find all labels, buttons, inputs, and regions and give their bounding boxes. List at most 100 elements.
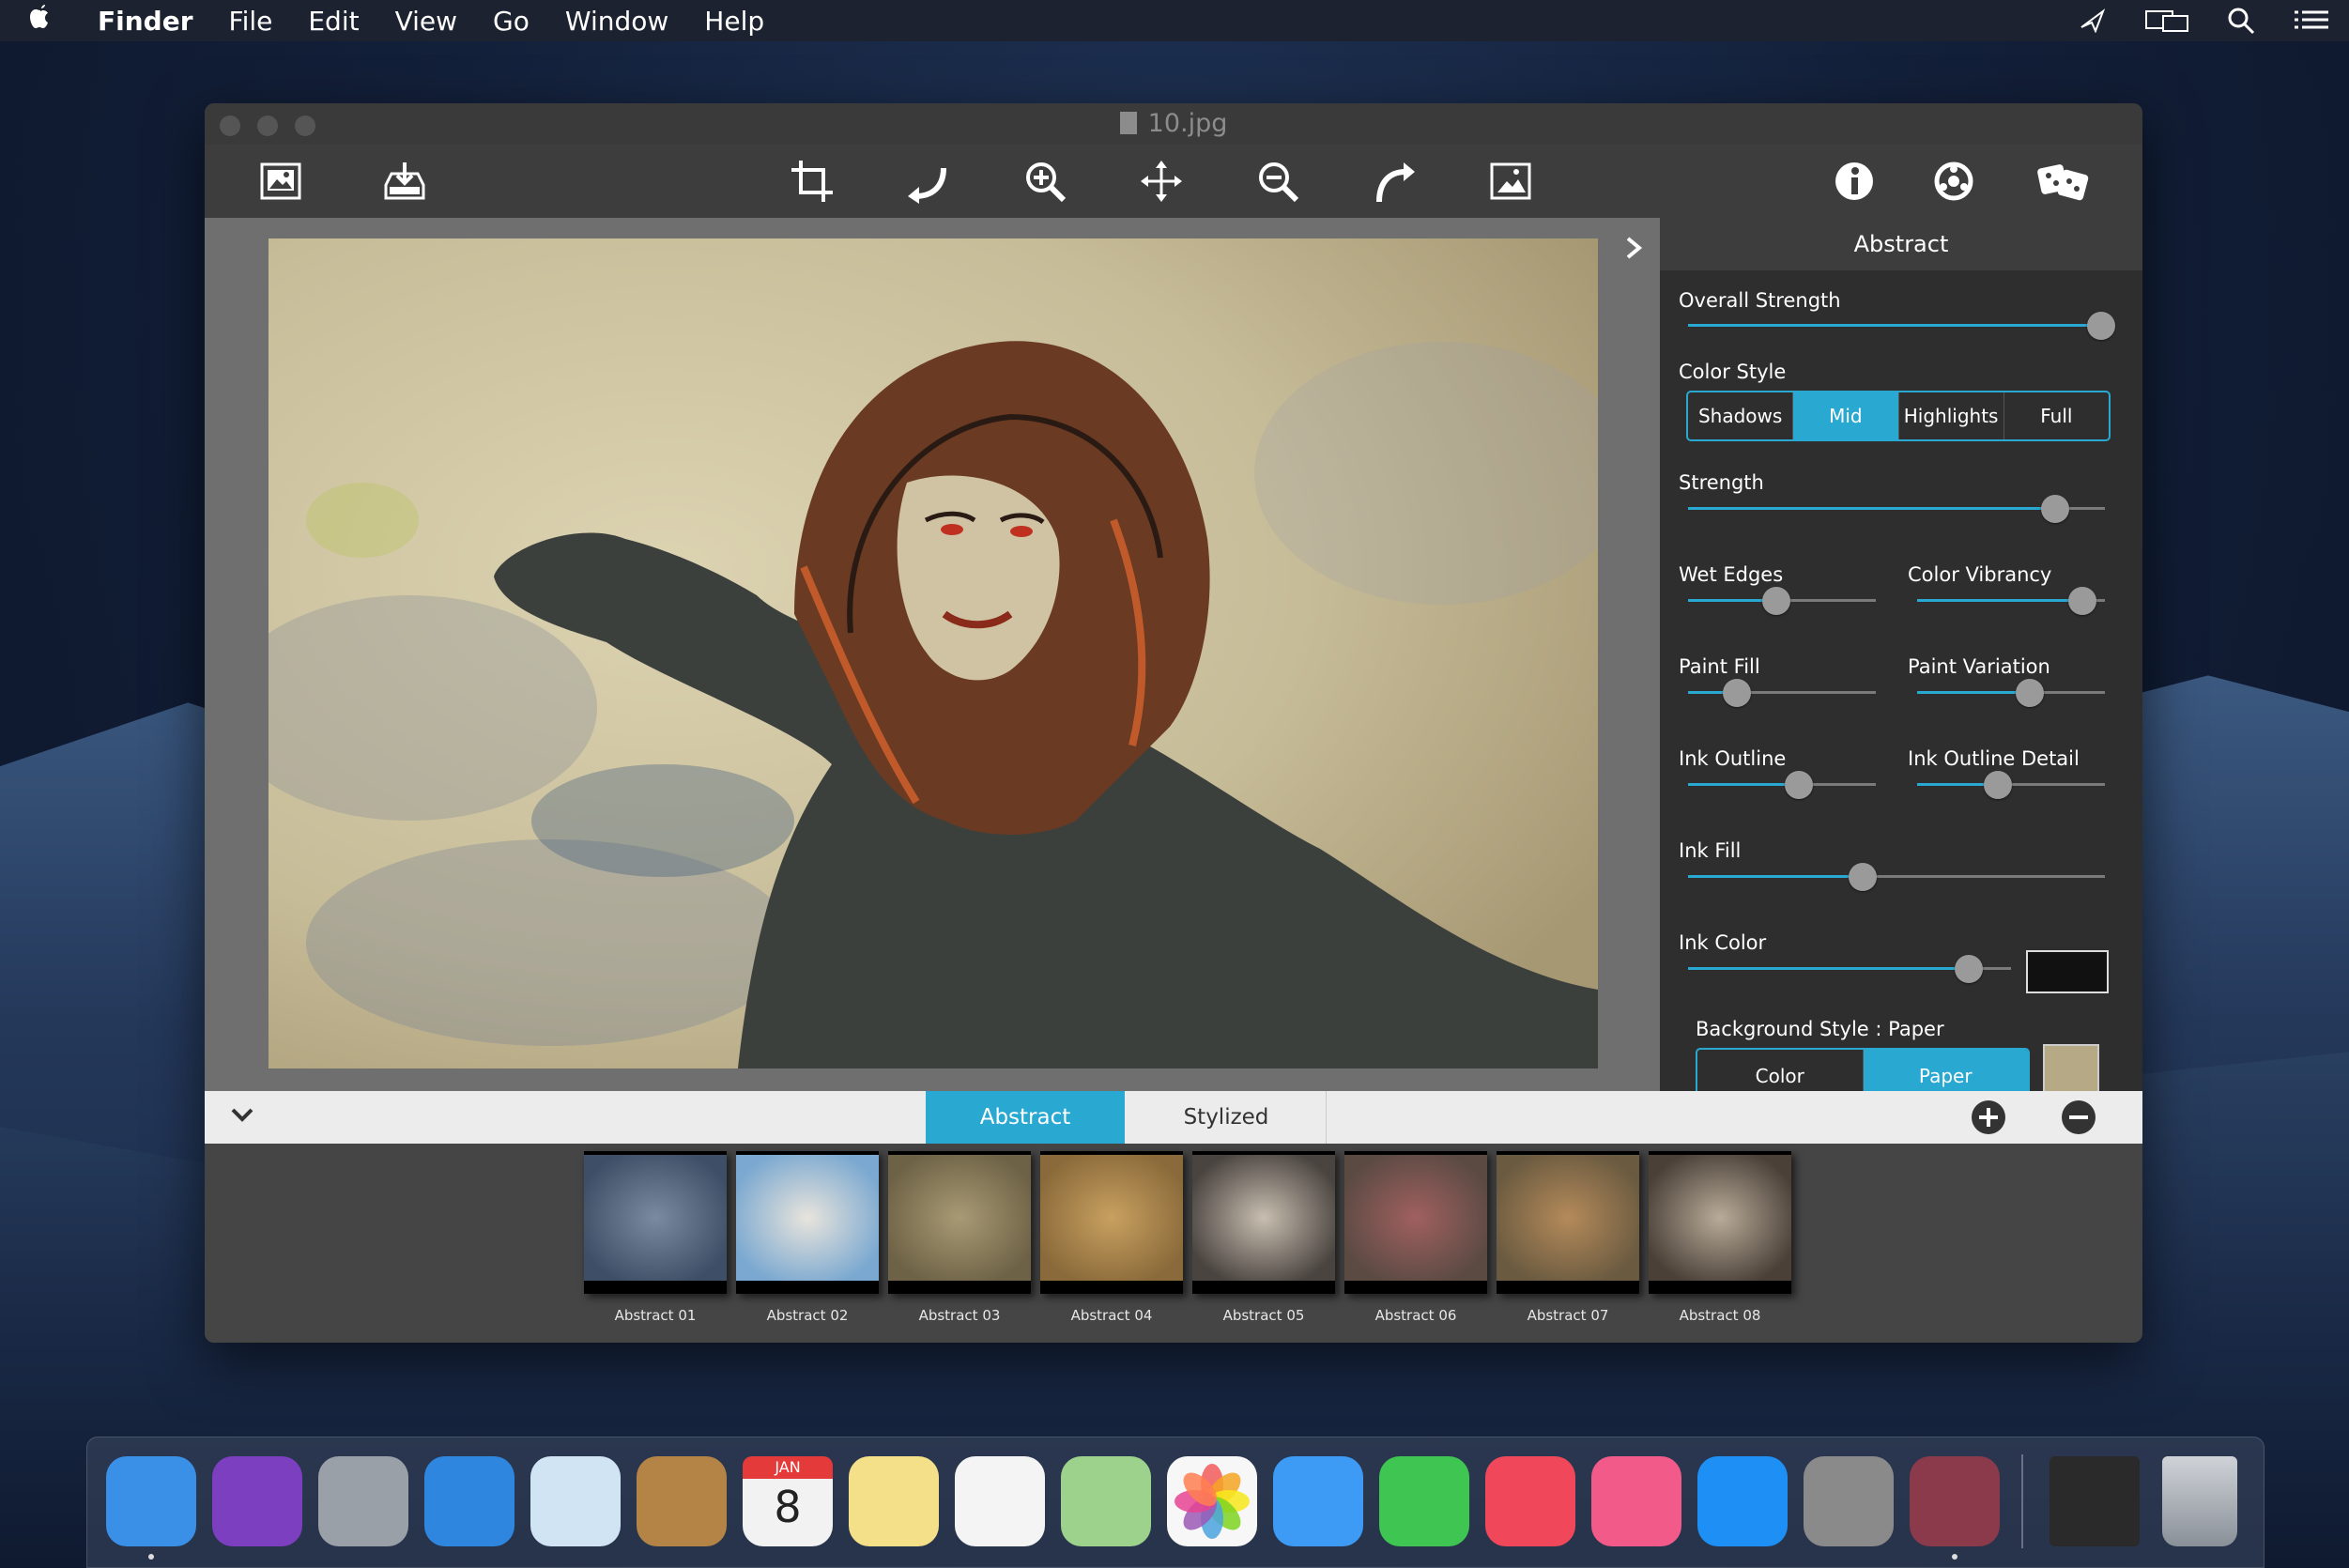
settings-button[interactable] bbox=[1928, 158, 1979, 205]
spotlight-search-icon[interactable] bbox=[2227, 8, 2255, 35]
news-dock-icon[interactable] bbox=[1485, 1456, 1575, 1546]
tab-abstract[interactable]: Abstract bbox=[926, 1091, 1125, 1144]
image-canvas[interactable] bbox=[205, 218, 1660, 1091]
messages-dock-icon[interactable] bbox=[1273, 1456, 1363, 1546]
info-button[interactable] bbox=[1829, 158, 1880, 205]
notification-center-icon[interactable] bbox=[2293, 8, 2330, 33]
launchpad-dock-icon[interactable] bbox=[318, 1456, 408, 1546]
menu-finder[interactable]: Finder bbox=[98, 6, 193, 37]
app-store-dock-icon[interactable] bbox=[1697, 1456, 1788, 1546]
overall-strength-slider[interactable] bbox=[1688, 312, 2115, 340]
music-dock-icon[interactable] bbox=[1591, 1456, 1681, 1546]
preset-thumbnail[interactable] bbox=[584, 1151, 727, 1294]
zoom-in-button[interactable] bbox=[1020, 158, 1070, 205]
apple-menu-icon[interactable] bbox=[28, 3, 79, 38]
open-image-button[interactable] bbox=[255, 158, 306, 205]
paint-fill-slider[interactable] bbox=[1688, 679, 1876, 707]
facetime-dock-icon[interactable] bbox=[1379, 1456, 1469, 1546]
slider-knob[interactable] bbox=[2040, 495, 2069, 523]
fit-image-button[interactable] bbox=[1485, 158, 1536, 205]
slider-knob[interactable] bbox=[1849, 863, 1878, 891]
paint-variation-slider[interactable] bbox=[1917, 679, 2105, 707]
siri-dock-icon[interactable] bbox=[212, 1456, 302, 1546]
preset-thumbnail[interactable] bbox=[1040, 1151, 1183, 1294]
preset-thumbnail[interactable] bbox=[1344, 1151, 1487, 1294]
rotate-right-button[interactable] bbox=[1369, 158, 1420, 205]
slider-knob[interactable] bbox=[1955, 955, 1984, 983]
trash-icon[interactable] bbox=[2162, 1456, 2237, 1546]
edited-photo[interactable] bbox=[269, 238, 1598, 1068]
save-button[interactable] bbox=[379, 158, 430, 205]
wet-edges-slider[interactable] bbox=[1688, 587, 1876, 615]
crop-icon bbox=[791, 161, 833, 202]
airdrop-icon[interactable] bbox=[2079, 8, 2107, 33]
slider-knob[interactable] bbox=[2068, 587, 2096, 615]
slider-knob[interactable] bbox=[1723, 679, 1751, 707]
background-style-label: Background Style : Paper bbox=[1696, 1018, 1944, 1040]
menu-file[interactable]: File bbox=[229, 6, 273, 37]
tab-stylized[interactable]: Stylized bbox=[1127, 1091, 1327, 1144]
collapse-panel-chevron-icon[interactable] bbox=[1622, 227, 1645, 270]
system-preferences-dock-icon[interactable] bbox=[1804, 1456, 1894, 1546]
pan-button[interactable] bbox=[1136, 158, 1187, 205]
preset-preview-image bbox=[1649, 1155, 1791, 1281]
segment-shadows[interactable]: Shadows bbox=[1688, 392, 1794, 439]
finder-dock-icon[interactable] bbox=[106, 1456, 196, 1546]
slider-knob[interactable] bbox=[1762, 587, 1790, 615]
preset-label: Abstract 05 bbox=[1222, 1307, 1305, 1324]
rotate-left-button[interactable] bbox=[903, 158, 954, 205]
menu-go[interactable]: Go bbox=[493, 6, 530, 37]
slider-knob[interactable] bbox=[2087, 312, 2115, 340]
remove-preset-button[interactable] bbox=[2062, 1100, 2096, 1134]
calendar-dock-icon[interactable]: JAN 8 bbox=[743, 1456, 833, 1546]
document-icon bbox=[1119, 112, 1137, 134]
zoom-out-button[interactable] bbox=[1252, 158, 1303, 205]
contacts-dock-icon[interactable] bbox=[637, 1456, 727, 1546]
menu-help[interactable]: Help bbox=[704, 6, 764, 37]
ink-color-label: Ink Color bbox=[1679, 931, 1767, 954]
segment-highlights[interactable]: Highlights bbox=[1899, 392, 2004, 439]
safari-dock-icon[interactable] bbox=[424, 1456, 514, 1546]
random-button[interactable] bbox=[2034, 158, 2094, 205]
segment-full[interactable]: Full bbox=[2004, 392, 2109, 439]
menu-window[interactable]: Window bbox=[565, 6, 668, 37]
downloads-stack-icon[interactable] bbox=[2050, 1456, 2140, 1546]
collapse-presets-chevron-icon[interactable] bbox=[229, 1104, 255, 1130]
ink-fill-slider[interactable] bbox=[1688, 863, 2105, 891]
reminders-dock-icon[interactable] bbox=[955, 1456, 1045, 1546]
preset-thumbnail[interactable] bbox=[736, 1151, 879, 1294]
ink-outline-detail-slider[interactable] bbox=[1917, 771, 2105, 799]
preset-thumbnail[interactable] bbox=[1192, 1151, 1335, 1294]
mail-dock-icon[interactable] bbox=[530, 1456, 621, 1546]
ink-color-swatch[interactable] bbox=[2026, 950, 2109, 993]
add-preset-button[interactable] bbox=[1972, 1100, 2005, 1134]
running-indicator bbox=[148, 1554, 154, 1560]
preset-preview-image bbox=[1040, 1155, 1183, 1281]
notes-dock-icon[interactable] bbox=[849, 1456, 939, 1546]
preset-thumbnail[interactable] bbox=[1497, 1151, 1639, 1294]
preset-thumbnail[interactable] bbox=[1649, 1151, 1791, 1294]
preset-thumbnail[interactable] bbox=[888, 1151, 1031, 1294]
menu-edit[interactable]: Edit bbox=[308, 6, 359, 37]
display-icon[interactable] bbox=[2144, 8, 2189, 33]
slider-knob[interactable] bbox=[1984, 771, 2012, 799]
slider-knob[interactable] bbox=[2016, 679, 2044, 707]
color-vibrancy-slider[interactable] bbox=[1917, 587, 2105, 615]
overall-strength-label: Overall Strength bbox=[1679, 289, 1841, 312]
preset-preview-image bbox=[888, 1155, 1031, 1281]
crop-button[interactable] bbox=[787, 158, 837, 205]
segment-mid[interactable]: Mid bbox=[1793, 392, 1899, 439]
jixipix-app-dock-icon[interactable] bbox=[1910, 1456, 2000, 1546]
ink-color-slider[interactable] bbox=[1688, 955, 2011, 983]
maps-dock-icon[interactable] bbox=[1061, 1456, 1151, 1546]
slider-knob[interactable] bbox=[1785, 771, 1813, 799]
photos-dock-icon[interactable] bbox=[1167, 1456, 1257, 1546]
menu-view[interactable]: View bbox=[395, 6, 457, 37]
strength-slider[interactable] bbox=[1688, 495, 2105, 523]
rotate-right-icon bbox=[1376, 162, 1415, 203]
ink-outline-slider[interactable] bbox=[1688, 771, 1876, 799]
rotate-left-icon bbox=[908, 167, 946, 204]
photos-flower-icon bbox=[1174, 1464, 1250, 1539]
ink-outline-detail-label: Ink Outline Detail bbox=[1908, 747, 2080, 770]
color-style-segmented-control: Shadows Mid Highlights Full bbox=[1686, 391, 2111, 441]
